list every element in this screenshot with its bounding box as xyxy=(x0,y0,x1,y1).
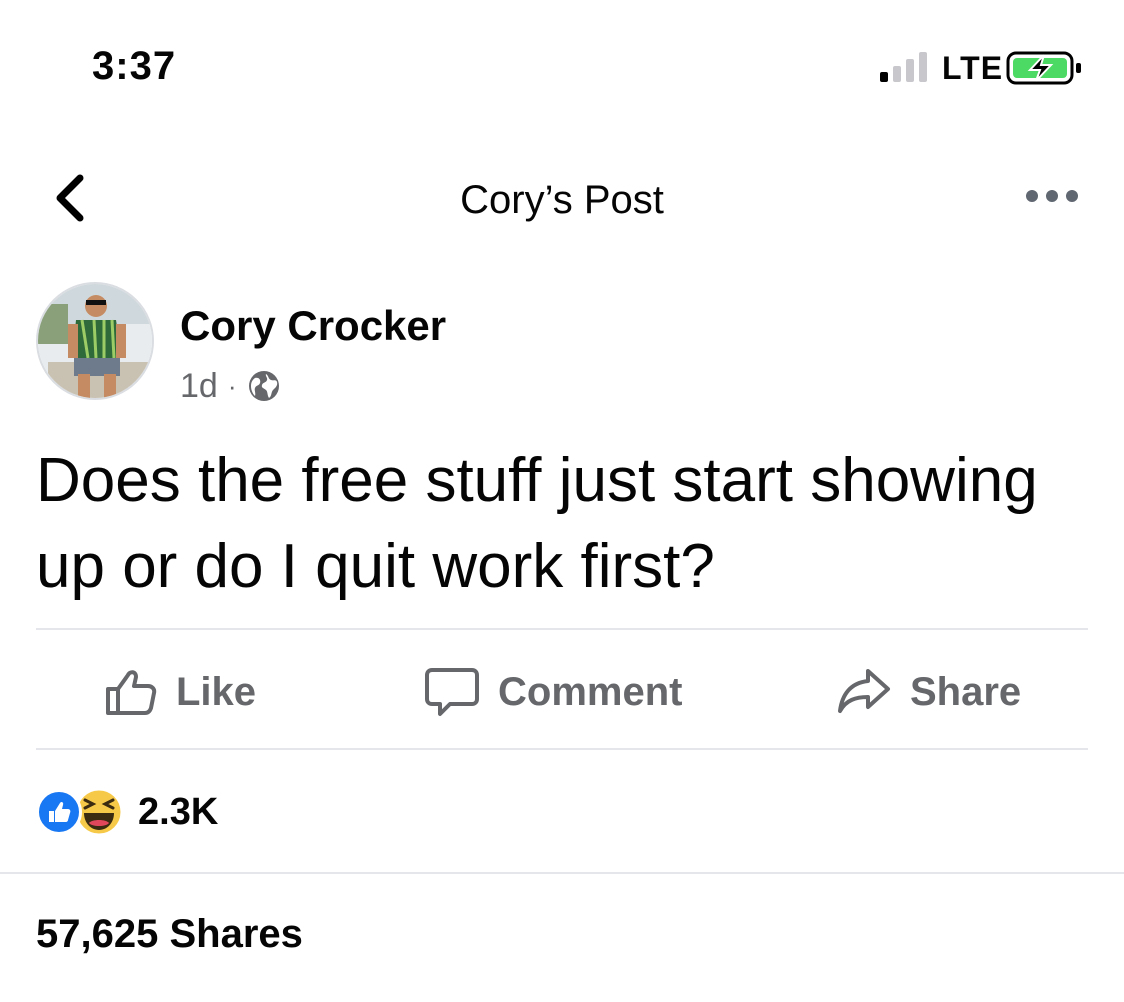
like-label: Like xyxy=(176,669,257,714)
reaction-summary[interactable]: 2.3K xyxy=(36,787,219,837)
like-reaction-icon xyxy=(36,789,82,835)
network-label: LTE xyxy=(942,50,1004,86)
author-name[interactable]: Cory Crocker xyxy=(180,302,446,350)
more-dots-icon[interactable] xyxy=(1024,186,1080,206)
status-time: 3:37 xyxy=(92,44,177,88)
share-count[interactable]: 57,625 Shares xyxy=(36,912,303,957)
signal-icon xyxy=(880,52,927,82)
post-time[interactable]: 1d xyxy=(180,367,218,406)
battery-charging-icon xyxy=(1006,51,1081,85)
thumbs-up-icon xyxy=(106,670,157,715)
globe-icon xyxy=(248,371,279,401)
comment-bubble-icon xyxy=(425,668,479,716)
divider xyxy=(36,628,1088,630)
share-arrow-icon xyxy=(838,669,890,713)
comment-button[interactable]: Comment xyxy=(424,664,682,720)
share-button[interactable]: Share xyxy=(836,664,1021,720)
avatar[interactable] xyxy=(36,282,154,400)
reaction-count: 2.3K xyxy=(138,790,219,833)
page-title: Cory’s Post xyxy=(460,178,664,222)
divider xyxy=(36,748,1088,750)
like-button[interactable]: Like xyxy=(104,664,256,720)
post-text: Does the free stuff just start showing u… xyxy=(36,446,1038,601)
post-meta: 1d · xyxy=(180,366,281,406)
meta-separator: · xyxy=(227,370,237,401)
divider xyxy=(0,872,1124,874)
avatar-photo xyxy=(38,284,152,398)
comment-label: Comment xyxy=(498,669,683,714)
share-label: Share xyxy=(910,669,1022,714)
